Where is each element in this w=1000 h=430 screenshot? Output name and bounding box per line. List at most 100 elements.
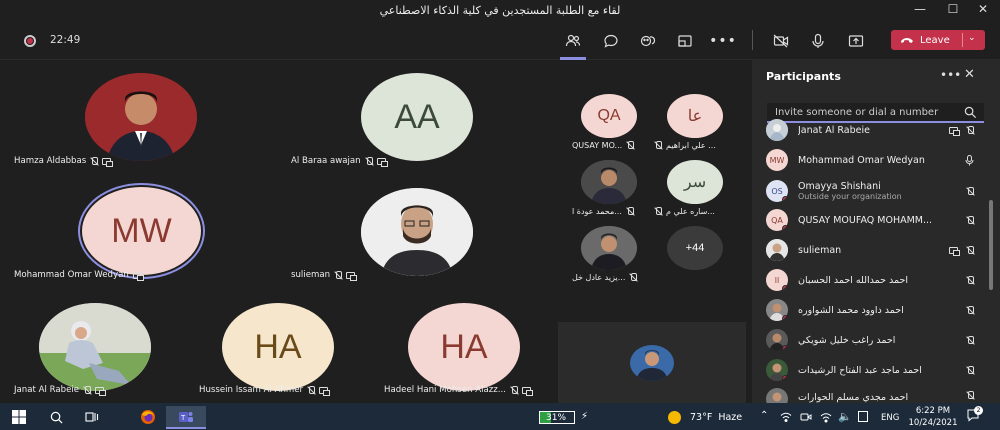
meet-now-icon[interactable] (800, 411, 812, 423)
participant-row[interactable]: احمد داوود محمد الشواوره (766, 298, 986, 322)
network-icon[interactable] (780, 411, 792, 423)
small-avatar-qa[interactable]: QA (581, 94, 637, 138)
mic-off-icon (626, 141, 635, 150)
task-view-icon[interactable] (82, 406, 102, 428)
participant-avatar-ha-hadeel[interactable]: HA (408, 303, 520, 391)
screen-share-icon (95, 386, 107, 396)
meeting-timer: 22:49 (50, 34, 81, 46)
participant-photo (766, 329, 788, 351)
teams-taskbar-icon[interactable]: T (166, 406, 206, 428)
chat-icon[interactable] (598, 30, 624, 52)
tile-name-hadeel: Hadeel Hani Mohsen Alazz... (384, 385, 533, 396)
small-avatar-ali[interactable]: عا (667, 94, 723, 138)
participant-row[interactable]: MW Mohammad Omar Wedyan (766, 148, 986, 172)
mic-off-icon (966, 125, 974, 135)
participant-photo (766, 239, 788, 261)
wifi-icon[interactable] (820, 411, 832, 423)
leave-button[interactable]: Leave ⌄ (891, 30, 985, 50)
screen-share-icon (319, 386, 331, 396)
participant-row[interactable]: sulieman (766, 238, 986, 262)
screen-share-icon (521, 386, 533, 396)
windows-start-icon[interactable] (10, 406, 28, 428)
show-hidden-icons-icon[interactable]: ⌃ (760, 410, 768, 421)
mic-off-icon (966, 186, 974, 196)
battery-indicator[interactable]: 31% (539, 411, 575, 424)
clipboard-icon[interactable] (858, 411, 868, 422)
participant-row[interactable]: احمد ماجد عبد الفتاح الرشيدات (766, 358, 986, 382)
people-icon[interactable] (560, 30, 586, 52)
participant-photo-hamza[interactable] (85, 73, 197, 161)
more-participants-badge[interactable]: +44 (667, 226, 723, 270)
participant-avatar-ha-hussein[interactable]: HA (222, 303, 334, 391)
tile-name-hussein: Hussein Issam Al Ahmer (199, 385, 331, 396)
participant-avatar-mw[interactable]: MW (82, 187, 201, 275)
participant-row[interactable]: احمد راغب خليل شويكي (766, 328, 986, 352)
participant-photo (766, 359, 788, 381)
minimize-icon[interactable]: — (905, 2, 935, 20)
small-avatar-sara[interactable]: سر (667, 160, 723, 204)
participant-avatar: MW (766, 149, 788, 171)
presence-busy-icon (782, 315, 788, 321)
small-name-qusay: QUSAY MO... (572, 141, 635, 150)
small-photo-mohammad[interactable] (581, 160, 637, 204)
panel-close-icon[interactable]: ✕ (964, 67, 975, 82)
language-indicator[interactable]: ENG (881, 413, 899, 423)
presence-busy-icon (782, 345, 788, 351)
camera-off-icon[interactable] (768, 30, 794, 52)
leave-dropdown-icon[interactable]: ⌄ (968, 33, 976, 43)
participant-avatar: OS (766, 180, 788, 202)
active-app-indicator (166, 427, 206, 429)
screen-share-icon (132, 271, 144, 281)
microphone-icon[interactable] (805, 30, 831, 52)
leave-label: Leave (920, 34, 950, 46)
close-window-icon[interactable]: ✕ (968, 2, 998, 20)
mic-off-icon (365, 156, 373, 166)
small-name-mohammad-odeh: محمد عودة ا... (572, 207, 634, 216)
tile-name-sulieman: sulieman (291, 270, 358, 281)
rooms-icon[interactable] (672, 30, 698, 52)
mic-off-icon (966, 335, 974, 345)
recording-icon (24, 35, 36, 47)
panel-more-icon[interactable]: ••• (940, 68, 961, 82)
small-name-yazeed: يزيد عادل خل... (572, 273, 638, 282)
screen-share-icon (376, 157, 388, 167)
maximize-icon[interactable]: ☐ (938, 2, 968, 20)
mic-off-icon (307, 385, 316, 395)
invite-input[interactable] (767, 106, 957, 118)
tile-name-mohammad: Mohammad Omar Wedyan (14, 270, 144, 281)
mic-off-icon (654, 141, 662, 150)
participant-avatar: اا (766, 269, 788, 291)
firefox-icon[interactable] (136, 406, 160, 428)
presence-busy-icon (782, 285, 788, 291)
participant-row[interactable]: OS Omayya Shishani Outside your organiza… (766, 178, 986, 204)
participant-row[interactable]: QA QUSAY MOUFAQ MOHAMM... (766, 208, 986, 232)
participant-row[interactable]: احمد مجدي مسلم الحوارات (766, 388, 986, 403)
notification-icon[interactable]: 2 (966, 406, 983, 422)
participant-photo-janat[interactable] (39, 303, 151, 391)
participant-avatar-aa[interactable]: AA (361, 73, 473, 161)
clock-date[interactable]: 10/24/2021 (907, 418, 959, 428)
screen-share-icon (346, 271, 358, 281)
clock-time[interactable]: 6:22 PM (915, 406, 951, 416)
participant-photo (766, 119, 788, 141)
participant-photo-sulieman[interactable] (361, 188, 473, 276)
search-icon[interactable] (964, 106, 977, 119)
reactions-icon[interactable] (635, 30, 661, 52)
weather-text[interactable]: 73°F Haze (690, 412, 742, 423)
presence-busy-icon (782, 225, 788, 231)
speaker-icon[interactable]: 🔈 (838, 410, 852, 423)
panel-scrollbar[interactable] (989, 200, 993, 290)
search-icon[interactable] (46, 406, 66, 428)
svg-text:T: T (181, 415, 186, 422)
mic-off-icon (966, 305, 974, 315)
mic-off-icon (966, 275, 974, 285)
screen-share-icon (949, 126, 960, 136)
participant-row[interactable]: اا احمد حمدالله احمد الحسبان (766, 268, 986, 292)
self-avatar (630, 345, 674, 381)
participant-row[interactable]: Janat Al Rabeie (766, 119, 986, 141)
mic-on-icon (965, 154, 974, 165)
small-photo-yazeed[interactable] (581, 226, 637, 270)
more-actions-icon[interactable]: ••• (709, 30, 736, 52)
share-screen-icon[interactable] (843, 30, 869, 52)
small-name-ali: علي ابراهيم ... (654, 141, 716, 150)
